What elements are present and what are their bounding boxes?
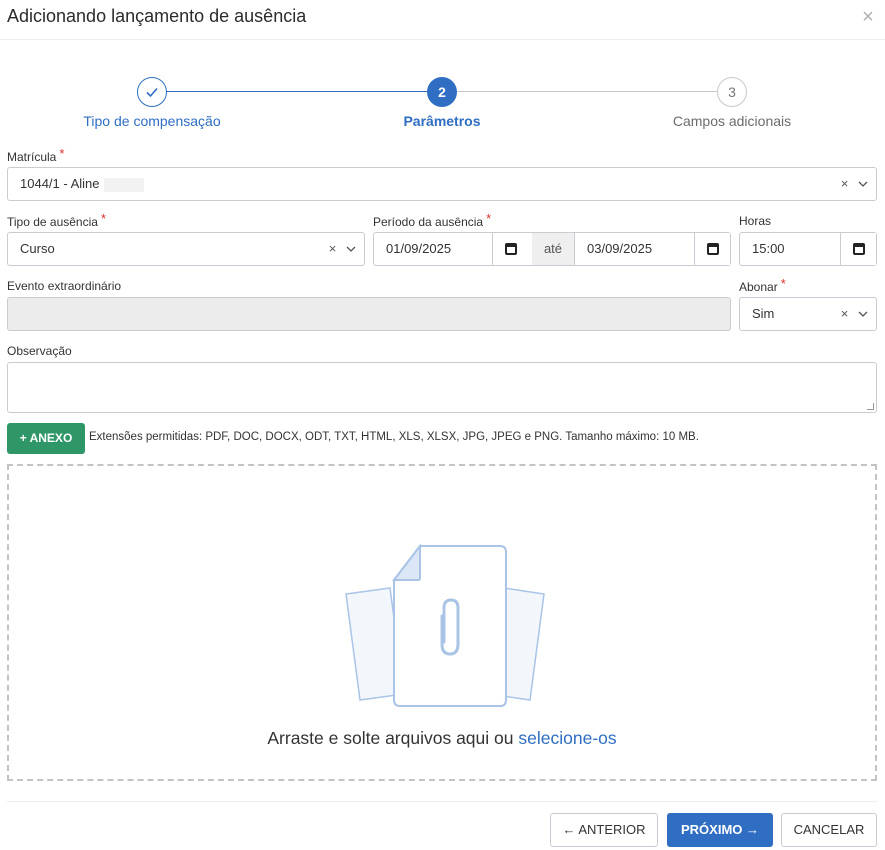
- close-icon[interactable]: ×: [857, 6, 879, 28]
- observacao-textarea[interactable]: [7, 362, 877, 413]
- horas-value: 15:00: [752, 241, 785, 256]
- required-marker: *: [59, 146, 65, 161]
- tipo-ausencia-value: Curso: [20, 241, 55, 256]
- evento-input: [7, 297, 731, 331]
- abonar-value: Sim: [752, 306, 775, 321]
- matricula-label: Matrícula *: [7, 146, 65, 164]
- matricula-value: 1044/1 - Aline: [20, 176, 100, 191]
- horas-input[interactable]: 15:00: [739, 232, 877, 266]
- abonar-label: Abonar *: [739, 276, 786, 294]
- step-3-label: Campos adicionais: [672, 113, 792, 129]
- required-marker: *: [780, 276, 786, 291]
- allowed-extensions-text: Extensões permitidas: PDF, DOC, DOCX, OD…: [89, 431, 699, 443]
- abonar-select[interactable]: Sim ×: [739, 297, 877, 331]
- horas-label: Horas: [739, 214, 772, 228]
- periodo-start-value: 01/09/2025: [386, 241, 452, 256]
- step-2-number: 2: [427, 77, 457, 107]
- document-paperclip-icon: [345, 544, 545, 707]
- previous-button[interactable]: ← ANTERIOR: [550, 813, 658, 847]
- step-1-label: Tipo de compensação: [83, 113, 221, 129]
- select-files-link[interactable]: selecione-os: [518, 728, 616, 748]
- tipo-ausencia-select[interactable]: Curso ×: [7, 232, 365, 266]
- clear-icon[interactable]: ×: [841, 298, 849, 330]
- stepper-line-completed: [166, 91, 427, 92]
- required-marker: *: [486, 211, 492, 226]
- periodo-label: Período da ausência *: [373, 211, 492, 229]
- redacted-surname: [103, 177, 144, 192]
- calendar-icon[interactable]: [840, 233, 876, 265]
- chevron-down-icon[interactable]: [858, 298, 868, 330]
- step-2-label: Parâmetros: [403, 113, 481, 129]
- footer-divider: [7, 801, 877, 802]
- cancel-button[interactable]: CANCELAR: [781, 813, 877, 847]
- stepper-line-pending: [457, 91, 717, 92]
- periodo-start-input[interactable]: 01/09/2025: [373, 232, 532, 266]
- observacao-label: Observação: [7, 344, 72, 358]
- tipo-ausencia-label: Tipo de ausência *: [7, 211, 107, 229]
- step-1-check-icon: [137, 77, 167, 107]
- evento-label: Evento extraordinário: [7, 279, 122, 293]
- matricula-select[interactable]: 1044/1 - Aline ×: [7, 167, 877, 201]
- clear-icon[interactable]: ×: [329, 233, 337, 265]
- periodo-end-input[interactable]: 03/09/2025: [574, 232, 731, 266]
- file-dropzone[interactable]: Arraste e solte arquivos aqui ou selecio…: [7, 464, 877, 781]
- chevron-down-icon[interactable]: [858, 168, 868, 200]
- periodo-separator: até: [532, 232, 574, 266]
- clear-icon[interactable]: ×: [841, 168, 849, 200]
- modal-header: Adicionando lançamento de ausência ×: [0, 0, 885, 40]
- add-attachment-button[interactable]: + ANEXO: [7, 423, 85, 454]
- calendar-icon[interactable]: [694, 233, 730, 265]
- required-marker: *: [100, 211, 107, 226]
- chevron-down-icon[interactable]: [346, 233, 356, 265]
- step-3-number: 3: [717, 77, 747, 107]
- modal-title: Adicionando lançamento de ausência: [7, 6, 307, 26]
- next-button[interactable]: PRÓXIMO →: [667, 813, 773, 847]
- dropzone-text: Arraste e solte arquivos aqui ou selecio…: [267, 728, 617, 748]
- resize-handle-icon[interactable]: [867, 403, 874, 410]
- calendar-icon[interactable]: [492, 233, 528, 265]
- periodo-end-value: 03/09/2025: [587, 241, 653, 256]
